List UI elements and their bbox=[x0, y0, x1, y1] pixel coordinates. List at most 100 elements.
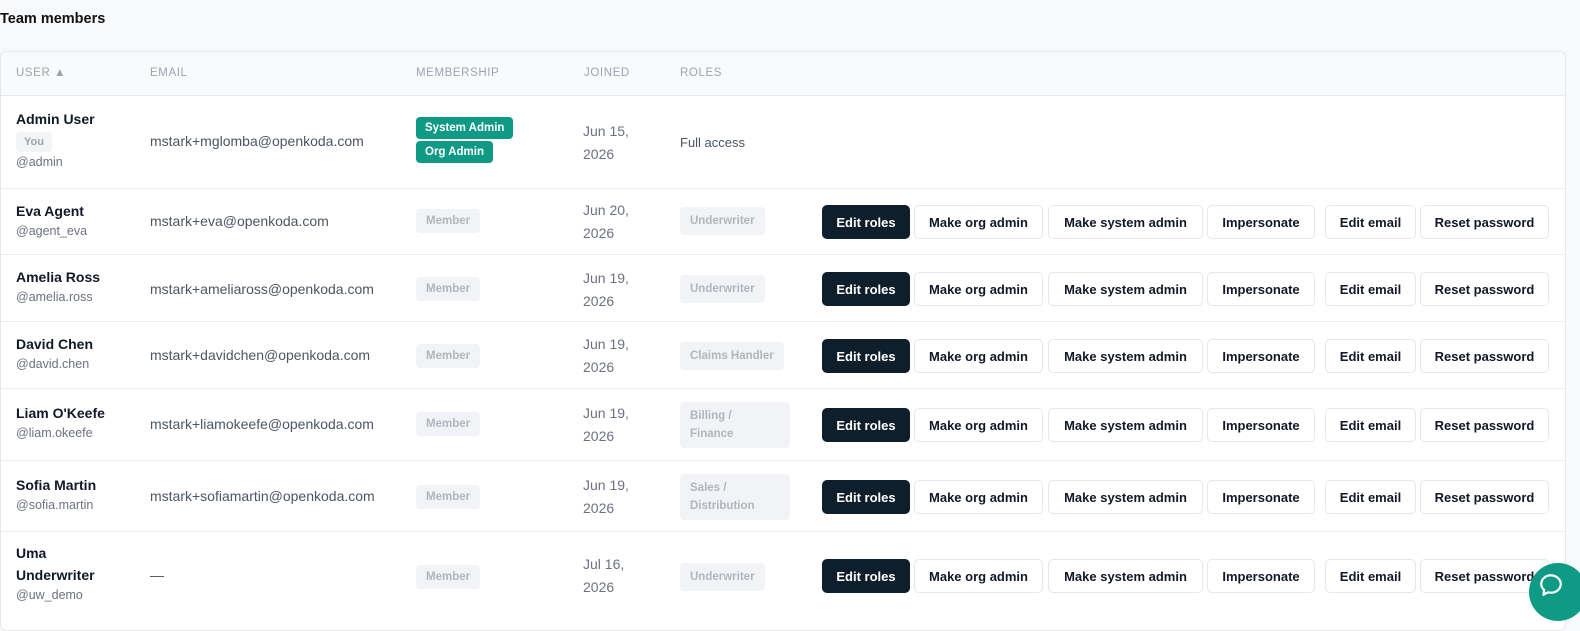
system-admin-badge: System Admin bbox=[416, 117, 514, 139]
user-cell: Eva Agent @agent_eva bbox=[16, 200, 87, 238]
member-badge: Member bbox=[416, 277, 481, 301]
joined-date-year: 2026 bbox=[583, 225, 615, 241]
member-badge: Member bbox=[416, 344, 481, 368]
user-name: Uma bbox=[16, 545, 47, 561]
role-badge-line: Sales / bbox=[690, 482, 727, 494]
user-email: mstark+mglomba@openkoda.com bbox=[150, 133, 364, 149]
table-row: Liam O'Keefe @liam.okeefe mstark+liamoke… bbox=[1, 389, 1565, 461]
make-org-admin-button[interactable]: Make org admin bbox=[914, 559, 1043, 593]
user-email: mstark+davidchen@openkoda.com bbox=[150, 347, 371, 363]
make-system-admin-button[interactable]: Make system admin bbox=[1048, 408, 1203, 442]
user-handle: @david.chen bbox=[16, 357, 90, 371]
make-system-admin-button[interactable]: Make system admin bbox=[1048, 339, 1203, 373]
team-members-table: USER ▲ EMAIL MEMBERSHIP JOINED ROLES Adm… bbox=[0, 51, 1566, 631]
table-row: Sofia Martin @sofia.martin mstark+sofiam… bbox=[1, 461, 1565, 532]
make-org-admin-button[interactable]: Make org admin bbox=[914, 339, 1043, 373]
user-name: Underwriter bbox=[16, 567, 95, 583]
joined-date: Jun 19, 2026 bbox=[583, 474, 629, 520]
user-name: Liam O'Keefe bbox=[16, 405, 105, 421]
member-badge: Member bbox=[416, 485, 481, 509]
you-badge: You bbox=[16, 132, 52, 152]
user-handle: @amelia.ross bbox=[16, 290, 93, 304]
user-handle: @sofia.martin bbox=[16, 498, 94, 512]
joined-date-year: 2026 bbox=[583, 500, 615, 516]
joined-date: Jun 19, 2026 bbox=[583, 267, 629, 313]
user-email: mstark+sofiamartin@openkoda.com bbox=[150, 488, 375, 504]
chat-button[interactable] bbox=[1529, 563, 1580, 621]
user-cell: Liam O'Keefe @liam.okeefe bbox=[16, 402, 105, 440]
edit-roles-button[interactable]: Edit roles bbox=[822, 205, 910, 239]
edit-roles-button[interactable]: Edit roles bbox=[822, 408, 910, 442]
impersonate-button[interactable]: Impersonate bbox=[1207, 408, 1315, 442]
table-row: Admin User You @admin mstark+mglomba@ope… bbox=[1, 96, 1565, 189]
reset-password-button[interactable]: Reset password bbox=[1420, 272, 1549, 306]
chat-bubble-icon bbox=[1540, 574, 1562, 596]
user-handle: @agent_eva bbox=[16, 224, 88, 238]
make-org-admin-button[interactable]: Make org admin bbox=[914, 480, 1043, 514]
role-badge: Underwriter bbox=[680, 563, 765, 591]
member-badge: Member bbox=[416, 565, 481, 589]
joined-date-day: Jun 19, bbox=[583, 405, 629, 421]
table-row: Amelia Ross @amelia.ross mstark+ameliaro… bbox=[1, 255, 1565, 322]
impersonate-button[interactable]: Impersonate bbox=[1207, 205, 1315, 239]
joined-date-day: Jun 19, bbox=[583, 336, 629, 352]
impersonate-button[interactable]: Impersonate bbox=[1207, 339, 1315, 373]
column-header-membership: MEMBERSHIP bbox=[416, 67, 500, 79]
roles-cell: Underwriter bbox=[680, 207, 765, 235]
edit-email-button[interactable]: Edit email bbox=[1325, 272, 1416, 306]
make-system-admin-button[interactable]: Make system admin bbox=[1048, 559, 1203, 593]
reset-password-button[interactable]: Reset password bbox=[1420, 339, 1549, 373]
user-cell: Sofia Martin @sofia.martin bbox=[16, 474, 96, 512]
user-handle: @admin bbox=[16, 155, 63, 169]
impersonate-button[interactable]: Impersonate bbox=[1207, 480, 1315, 514]
user-name: David Chen bbox=[16, 336, 94, 352]
joined-date: Jun 15, 2026 bbox=[583, 120, 629, 166]
joined-date-day: Jul 16, bbox=[583, 556, 625, 572]
impersonate-button[interactable]: Impersonate bbox=[1207, 272, 1315, 306]
role-badge: Underwriter bbox=[680, 275, 765, 303]
org-admin-badge: Org Admin bbox=[416, 141, 493, 163]
edit-roles-button[interactable]: Edit roles bbox=[822, 559, 910, 593]
roles-cell: Claims Handler bbox=[680, 342, 784, 370]
roles-cell: Sales / Distribution bbox=[680, 474, 790, 520]
column-header-roles: ROLES bbox=[680, 67, 722, 79]
edit-email-button[interactable]: Edit email bbox=[1325, 408, 1416, 442]
joined-date-day: Jun 15, bbox=[583, 123, 629, 139]
make-system-admin-button[interactable]: Make system admin bbox=[1048, 205, 1203, 239]
user-name: Sofia Martin bbox=[16, 477, 97, 493]
make-org-admin-button[interactable]: Make org admin bbox=[914, 205, 1043, 239]
membership-cell: Member bbox=[416, 277, 481, 301]
edit-email-button[interactable]: Edit email bbox=[1325, 559, 1416, 593]
edit-email-button[interactable]: Edit email bbox=[1325, 339, 1416, 373]
make-system-admin-button[interactable]: Make system admin bbox=[1048, 272, 1203, 306]
edit-email-button[interactable]: Edit email bbox=[1325, 480, 1416, 514]
role-badge: Sales / Distribution bbox=[680, 474, 790, 520]
user-email: mstark+eva@openkoda.com bbox=[150, 213, 329, 229]
impersonate-button[interactable]: Impersonate bbox=[1207, 559, 1315, 593]
joined-date-year: 2026 bbox=[583, 359, 615, 375]
make-org-admin-button[interactable]: Make org admin bbox=[914, 408, 1043, 442]
edit-roles-button[interactable]: Edit roles bbox=[822, 339, 910, 373]
user-name: Admin User bbox=[16, 111, 95, 127]
reset-password-button[interactable]: Reset password bbox=[1420, 408, 1549, 442]
user-cell: Uma Underwriter @uw_demo bbox=[16, 542, 95, 602]
edit-roles-button[interactable]: Edit roles bbox=[822, 272, 910, 306]
joined-date-day: Jun 20, bbox=[583, 202, 629, 218]
table-row: David Chen @david.chen mstark+davidchen@… bbox=[1, 322, 1565, 389]
user-name: Eva Agent bbox=[16, 203, 84, 219]
reset-password-button[interactable]: Reset password bbox=[1420, 205, 1549, 239]
column-header-user[interactable]: USER ▲ bbox=[16, 67, 66, 79]
table-header: USER ▲ EMAIL MEMBERSHIP JOINED ROLES bbox=[1, 52, 1565, 96]
roles-cell: Billing / Finance bbox=[680, 402, 790, 448]
reset-password-button[interactable]: Reset password bbox=[1420, 480, 1549, 514]
make-org-admin-button[interactable]: Make org admin bbox=[914, 272, 1043, 306]
joined-date-day: Jun 19, bbox=[583, 270, 629, 286]
edit-roles-button[interactable]: Edit roles bbox=[822, 480, 910, 514]
membership-cell: Member bbox=[416, 485, 481, 509]
user-email: — bbox=[150, 567, 164, 583]
joined-date: Jun 20, 2026 bbox=[583, 199, 629, 245]
role-badge-line: Distribution bbox=[690, 500, 755, 512]
make-system-admin-button[interactable]: Make system admin bbox=[1048, 480, 1203, 514]
joined-date: Jun 19, 2026 bbox=[583, 402, 629, 448]
edit-email-button[interactable]: Edit email bbox=[1325, 205, 1416, 239]
